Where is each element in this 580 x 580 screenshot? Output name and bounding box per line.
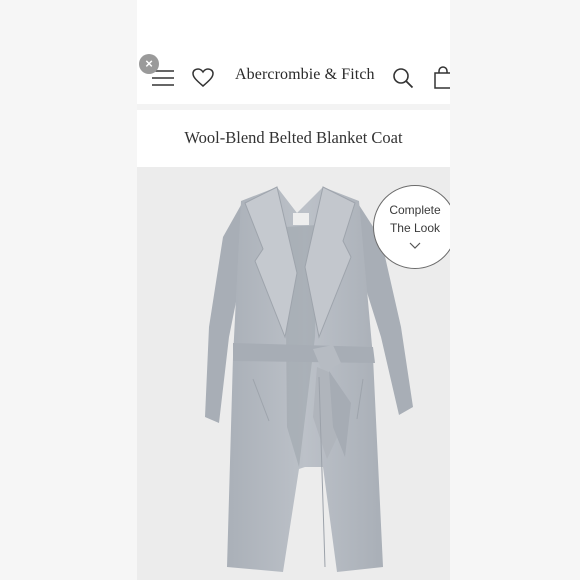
search-icon[interactable]	[392, 67, 414, 89]
heart-icon[interactable]	[192, 68, 214, 88]
bag-icon[interactable]	[433, 66, 450, 90]
complete-the-look-line2: The Look	[389, 221, 441, 235]
product-page: × Abercrombie & Fitch Wool-Blend Belted …	[137, 0, 450, 580]
header-divider	[137, 104, 450, 110]
complete-the-look-line1: Complete	[389, 203, 441, 217]
complete-the-look-button[interactable]: Complete The Look	[373, 185, 450, 269]
product-title: Wool-Blend Belted Blanket Coat	[184, 128, 403, 147]
close-icon[interactable]: ×	[139, 54, 159, 74]
brand-logo[interactable]: Abercrombie & Fitch	[235, 66, 375, 84]
chevron-down-icon	[409, 242, 421, 249]
